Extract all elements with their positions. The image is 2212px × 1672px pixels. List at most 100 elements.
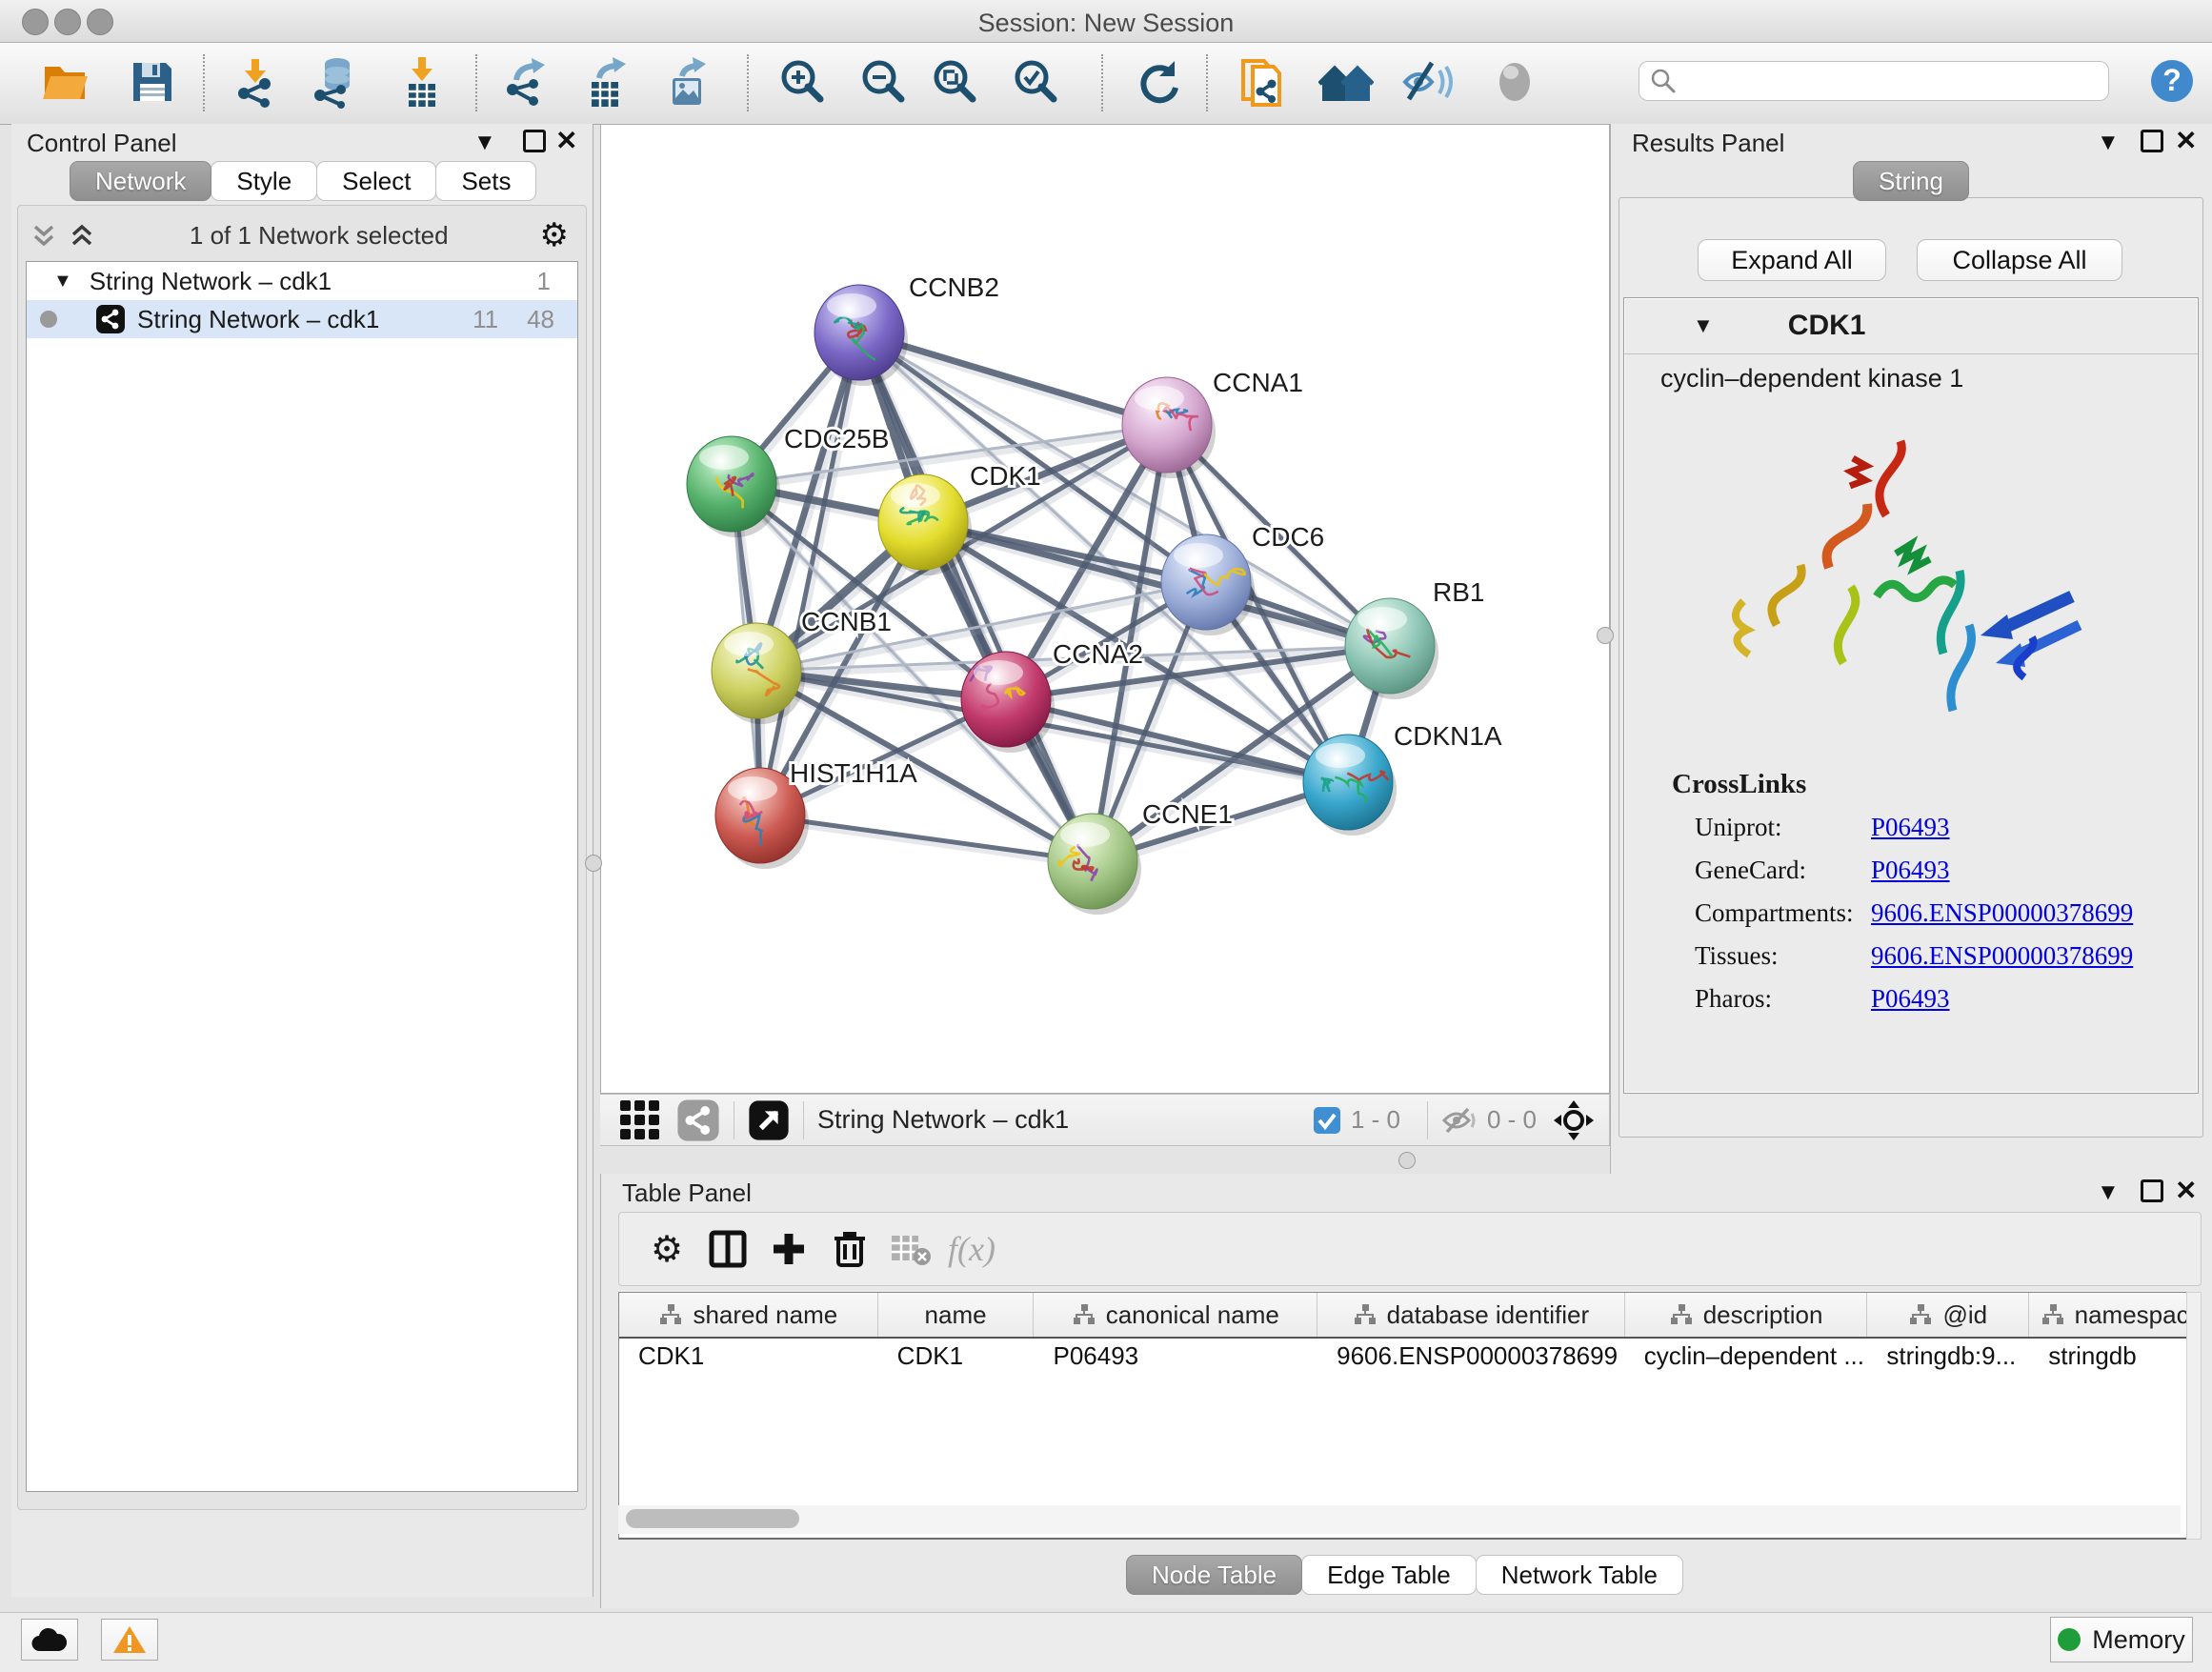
open-file-button[interactable] xyxy=(36,52,93,111)
network-node-RB1[interactable] xyxy=(1345,598,1438,699)
grid-view-icon[interactable] xyxy=(617,1098,663,1143)
detach-view-icon[interactable] xyxy=(748,1099,790,1141)
plus-icon xyxy=(770,1230,808,1268)
network-node-CCNE1[interactable] xyxy=(1048,814,1141,915)
import-network-from-database-button[interactable] xyxy=(307,52,364,111)
network-graph[interactable]: CCNB2CCNA1CDC25BCDK1CDC6RB1CCNB1CCNA2CDK… xyxy=(601,125,1609,1093)
network-status-dot xyxy=(40,311,57,328)
cloud-status-button[interactable] xyxy=(21,1619,78,1661)
table-cell[interactable]: P06493 xyxy=(1034,1341,1317,1371)
memory-button[interactable]: Memory xyxy=(2050,1617,2193,1662)
apply-layout-button[interactable] xyxy=(1131,52,1188,111)
table-cell[interactable]: CDK1 xyxy=(878,1341,1035,1371)
bottom-divider-handle[interactable] xyxy=(1398,1152,1416,1169)
show-graphics-button[interactable] xyxy=(1486,52,1543,111)
left-divider-handle[interactable] xyxy=(585,855,602,872)
crosslink-link[interactable]: P06493 xyxy=(1871,984,1950,1014)
search-input[interactable] xyxy=(1678,67,2091,95)
network-list-toolbar: 1 of 1 Network selected ⚙ xyxy=(28,213,576,257)
column-header-description[interactable]: description xyxy=(1625,1293,1868,1337)
column-header-database-identifier[interactable]: database identifier xyxy=(1317,1293,1625,1337)
table-vertical-scrollbar[interactable] xyxy=(2186,1292,2202,1540)
tab-node-table[interactable]: Node Table xyxy=(1126,1555,1302,1595)
memory-status-dot xyxy=(2058,1628,2081,1651)
export-network-button[interactable] xyxy=(497,52,554,111)
tab-edge-table[interactable]: Edge Table xyxy=(1301,1555,1477,1595)
help-button[interactable]: ? xyxy=(2149,58,2195,104)
tab-network-table[interactable]: Network Table xyxy=(1476,1555,1683,1595)
save-session-button[interactable] xyxy=(124,52,181,111)
network-node-CCNA1[interactable] xyxy=(1122,377,1216,478)
svg-text:?: ? xyxy=(2162,63,2182,97)
network-view-canvas[interactable]: CCNB2CCNA1CDC25BCDK1CDC6RB1CCNB1CCNA2CDK… xyxy=(600,124,1610,1094)
control-panel-close-button[interactable]: ✕ xyxy=(555,130,577,152)
table-row[interactable]: CDK1CDK1P064939606.ENSP00000378699cyclin… xyxy=(619,1339,2201,1373)
gear-icon[interactable]: ⚙ xyxy=(540,216,569,254)
tab-sets[interactable]: Sets xyxy=(435,161,536,201)
delete-column-button[interactable] xyxy=(819,1229,880,1269)
network-selection-status: 1 of 1 Network selected xyxy=(98,221,540,251)
table-panel-float-button[interactable] xyxy=(2141,1179,2163,1202)
results-panel-close-button[interactable]: ✕ xyxy=(2175,130,2197,152)
node-label-CDK1: CDK1 xyxy=(970,461,1041,491)
tab-network[interactable]: Network xyxy=(70,161,211,201)
export-image-button[interactable] xyxy=(659,52,716,111)
results-panel-float-button[interactable] xyxy=(2141,130,2163,152)
export-table-button[interactable] xyxy=(578,52,635,111)
table-settings-button[interactable]: ⚙ xyxy=(636,1228,697,1271)
expand-all-button[interactable]: Expand All xyxy=(1698,239,1886,281)
warnings-button[interactable] xyxy=(101,1619,158,1661)
column-header-name[interactable]: name xyxy=(878,1293,1035,1337)
birds-eye-crosshair-icon[interactable] xyxy=(1552,1098,1596,1142)
network-share-icon-gray[interactable] xyxy=(676,1098,720,1142)
crosslink-link[interactable]: P06493 xyxy=(1871,813,1950,842)
expand-all-icon[interactable] xyxy=(66,219,98,252)
gene-entry-header[interactable]: ▼ CDK1 xyxy=(1624,298,2198,354)
hide-selected-button[interactable] xyxy=(1398,52,1456,111)
crosslink-link[interactable]: 9606.ENSP00000378699 xyxy=(1871,941,2133,971)
table-cell[interactable]: CDK1 xyxy=(619,1341,878,1371)
collapse-triangle-icon[interactable]: ▼ xyxy=(1693,313,1714,338)
results-panel-menu-button[interactable]: ▼ xyxy=(2097,131,2120,154)
table-cell[interactable]: stringdb:9... xyxy=(1867,1341,2029,1371)
collapse-all-button[interactable]: Collapse All xyxy=(1917,239,2122,281)
home-button[interactable] xyxy=(1317,52,1375,111)
add-column-button[interactable] xyxy=(758,1230,819,1268)
show-columns-button[interactable] xyxy=(697,1229,758,1269)
selected-checkbox-icon[interactable] xyxy=(1313,1106,1341,1135)
network-collection-row[interactable]: ▼ String Network – cdk1 1 xyxy=(27,262,577,300)
import-network-button[interactable] xyxy=(227,52,284,111)
scrollbar-thumb[interactable] xyxy=(626,1509,799,1528)
control-panel-float-button[interactable] xyxy=(523,130,546,152)
network-row-selected[interactable]: String Network – cdk1 11 48 xyxy=(27,300,577,338)
column-header-namespac[interactable]: namespac xyxy=(2029,1293,2201,1337)
column-header-shared-name[interactable]: shared name xyxy=(619,1293,878,1337)
collapse-all-icon[interactable] xyxy=(28,219,60,252)
table-panel-close-button[interactable]: ✕ xyxy=(2175,1179,2197,1202)
tab-string[interactable]: String xyxy=(1853,161,1969,201)
right-divider-handle[interactable] xyxy=(1597,627,1614,644)
table-horizontal-scrollbar[interactable] xyxy=(618,1505,2181,1534)
hidden-eye-icon[interactable] xyxy=(1441,1106,1478,1135)
clone-network-button[interactable] xyxy=(1234,52,1291,111)
collapse-triangle-icon[interactable]: ▼ xyxy=(53,271,72,292)
crosslink-link[interactable]: P06493 xyxy=(1871,856,1950,885)
crosslink-link[interactable]: 9606.ENSP00000378699 xyxy=(1871,898,2133,928)
tab-style[interactable]: Style xyxy=(211,161,317,201)
tab-select[interactable]: Select xyxy=(316,161,436,201)
table-panel-menu-button[interactable]: ▼ xyxy=(2097,1181,2120,1204)
collection-name: String Network – cdk1 xyxy=(90,267,332,296)
control-panel-menu-button[interactable]: ▼ xyxy=(473,131,496,154)
zoom-out-button[interactable] xyxy=(855,52,913,111)
zoom-fit-button[interactable] xyxy=(927,52,984,111)
table-cell[interactable]: cyclin–dependent ... xyxy=(1625,1341,1868,1371)
collection-count: 1 xyxy=(537,267,551,296)
zoom-selected-button[interactable] xyxy=(1008,52,1065,111)
import-table-button[interactable] xyxy=(393,52,451,111)
table-cell[interactable]: 9606.ENSP00000378699 xyxy=(1317,1341,1625,1371)
table-cell[interactable]: stringdb xyxy=(2029,1341,2201,1371)
column-header--id[interactable]: @id xyxy=(1867,1293,2029,1337)
zoom-in-button[interactable] xyxy=(774,52,832,111)
column-header-canonical-name[interactable]: canonical name xyxy=(1034,1293,1317,1337)
network-node-CDKN1A[interactable] xyxy=(1303,735,1397,836)
